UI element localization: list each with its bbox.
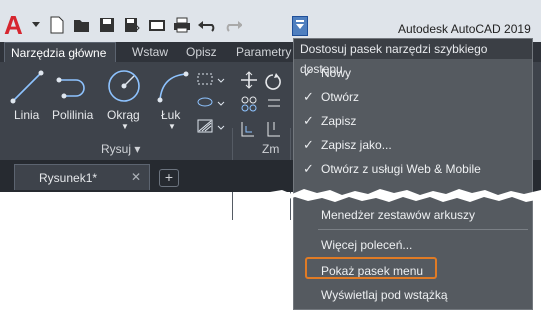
menu-item-label: Menedżer zestawów arkuszy bbox=[321, 208, 476, 222]
menu-item-label: Zapisz bbox=[321, 114, 357, 128]
open-icon[interactable] bbox=[72, 15, 92, 35]
web-mobile-icon[interactable] bbox=[147, 15, 167, 35]
checkmark-icon: ✓ bbox=[303, 113, 314, 128]
menu-item-open-web-mobile[interactable]: ✓ Otwórz z usługi Web & Mobile bbox=[294, 157, 532, 181]
draw-small-tools-icon[interactable] bbox=[196, 70, 226, 140]
menu-item-sheet-set-manager[interactable]: Menedżer zestawów arkuszy bbox=[294, 203, 532, 227]
circle-icon[interactable] bbox=[106, 68, 142, 104]
save-icon[interactable] bbox=[97, 15, 117, 35]
customize-dropdown-icon[interactable] bbox=[292, 16, 308, 36]
menu-item-label: Otwórz bbox=[321, 90, 360, 104]
polyline-tool-label[interactable]: Polilinia bbox=[52, 108, 93, 122]
menu-item-label: Otwórz z usługi Web & Mobile bbox=[321, 162, 481, 176]
arc-dropdown-icon[interactable]: ▼ bbox=[168, 122, 176, 131]
polyline-icon[interactable] bbox=[56, 70, 90, 104]
checkmark-icon: ✓ bbox=[303, 137, 314, 152]
torn-edge-decoration bbox=[270, 189, 541, 202]
menu-header: Dostosuj pasek narzędzi szybkiego dostęp… bbox=[294, 39, 532, 76]
app-title: Autodesk AutoCAD 2019 bbox=[398, 22, 531, 36]
checkmark-icon: ✓ bbox=[303, 89, 314, 104]
line-tool-label[interactable]: Linia bbox=[14, 108, 39, 122]
menu-item-label: Nowy bbox=[321, 66, 352, 80]
redo-icon[interactable] bbox=[222, 15, 242, 35]
close-icon[interactable]: ✕ bbox=[131, 170, 141, 184]
circle-tool-label[interactable]: Okrąg bbox=[107, 108, 140, 122]
menu-item-more-commands[interactable]: Więcej poleceń... bbox=[294, 233, 532, 257]
document-tab-label: Rysunek1* bbox=[39, 171, 98, 185]
document-tab[interactable]: Rysunek1* ✕ bbox=[14, 164, 150, 190]
checkmark-icon: ✓ bbox=[303, 65, 314, 80]
new-tab-button[interactable]: + bbox=[159, 169, 179, 187]
tab-parametric[interactable]: Parametry bbox=[236, 42, 291, 62]
menu-item-label: Wyświetlaj pod wstążką bbox=[321, 288, 448, 302]
tab-insert[interactable]: Wstaw bbox=[132, 42, 168, 62]
application-menu-caret-icon[interactable] bbox=[32, 22, 40, 27]
menu-item-show-below-ribbon[interactable]: Wyświetlaj pod wstążką bbox=[294, 283, 532, 307]
panel-draw-label[interactable]: Rysuj ▾ bbox=[101, 142, 140, 156]
arc-icon[interactable] bbox=[156, 70, 190, 104]
new-icon[interactable] bbox=[47, 15, 67, 35]
menu-item-new[interactable]: ✓ Nowy bbox=[294, 61, 532, 85]
line-icon[interactable] bbox=[10, 70, 44, 104]
arc-tool-label[interactable]: Łuk bbox=[161, 108, 180, 122]
quick-access-toolbar bbox=[47, 14, 242, 36]
menu-separator bbox=[318, 229, 528, 230]
menu-item-label: Więcej poleceń... bbox=[321, 238, 413, 252]
save-as-icon[interactable] bbox=[122, 15, 142, 35]
show-menu-bar-highlight bbox=[305, 257, 437, 279]
title-bar: A Autodesk AutoCAD 2019 bbox=[0, 0, 541, 42]
menu-item-save-as[interactable]: ✓ Zapisz jako... bbox=[294, 133, 532, 157]
modify-tools-icon[interactable] bbox=[240, 70, 290, 140]
tab-home[interactable]: Narzędzia główne bbox=[4, 42, 116, 62]
circle-dropdown-icon[interactable]: ▼ bbox=[121, 122, 129, 131]
application-menu-logo[interactable]: A bbox=[4, 12, 30, 38]
panel-modify-label[interactable]: Zm bbox=[262, 142, 279, 156]
undo-icon[interactable] bbox=[197, 15, 217, 35]
menu-item-label: Zapisz jako... bbox=[321, 138, 392, 152]
menu-item-save[interactable]: ✓ Zapisz bbox=[294, 109, 532, 133]
tab-annotate[interactable]: Opisz bbox=[186, 42, 217, 62]
checkmark-icon: ✓ bbox=[303, 161, 314, 176]
print-icon[interactable] bbox=[172, 15, 192, 35]
menu-item-open[interactable]: ✓ Otwórz bbox=[294, 85, 532, 109]
